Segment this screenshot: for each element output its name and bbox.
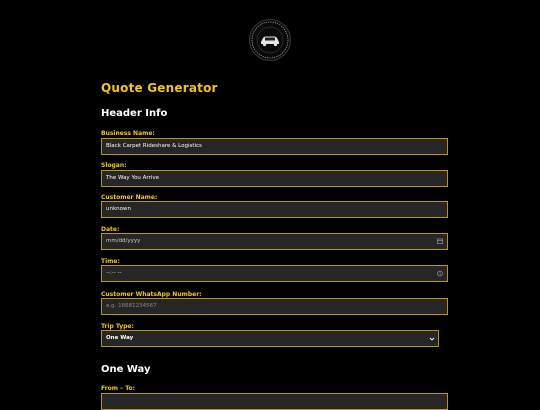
whatsapp-input[interactable]: e.g. 18681234567 <box>101 298 448 315</box>
time-value: --:-- -- <box>106 270 122 276</box>
date-value: mm/dd/yyyy <box>106 238 141 244</box>
clock-icon[interactable] <box>437 266 443 281</box>
time-label: Time: <box>101 258 120 265</box>
business-name-input[interactable]: Black Carpet Rideshare & Logistics <box>101 138 448 155</box>
trip-type-value: One Way <box>106 335 134 341</box>
slogan-label: Slogan: <box>101 162 127 169</box>
from-to-input[interactable] <box>101 393 448 410</box>
calendar-icon[interactable] <box>437 234 443 249</box>
date-label: Date: <box>101 226 120 233</box>
trip-type-select[interactable]: One Way <box>101 330 439 347</box>
business-name-label: Business Name: <box>101 130 155 137</box>
brand-logo <box>249 19 291 61</box>
from-to-label: From – To: <box>101 385 136 392</box>
whatsapp-label: Customer WhatsApp Number: <box>101 291 202 298</box>
date-input[interactable]: mm/dd/yyyy <box>101 233 448 250</box>
section-one-way: One Way <box>101 364 151 375</box>
page-title: Quote Generator <box>101 81 218 95</box>
customer-name-label: Customer Name: <box>101 194 158 201</box>
car-emblem-icon <box>251 21 289 59</box>
customer-name-input[interactable]: unknown <box>101 201 448 218</box>
time-input[interactable]: --:-- -- <box>101 265 448 282</box>
trip-type-label: Trip Type: <box>101 323 134 330</box>
section-header-info: Header Info <box>101 108 168 119</box>
chevron-down-icon <box>429 337 435 341</box>
slogan-input[interactable]: The Way You Arrive <box>101 170 448 187</box>
